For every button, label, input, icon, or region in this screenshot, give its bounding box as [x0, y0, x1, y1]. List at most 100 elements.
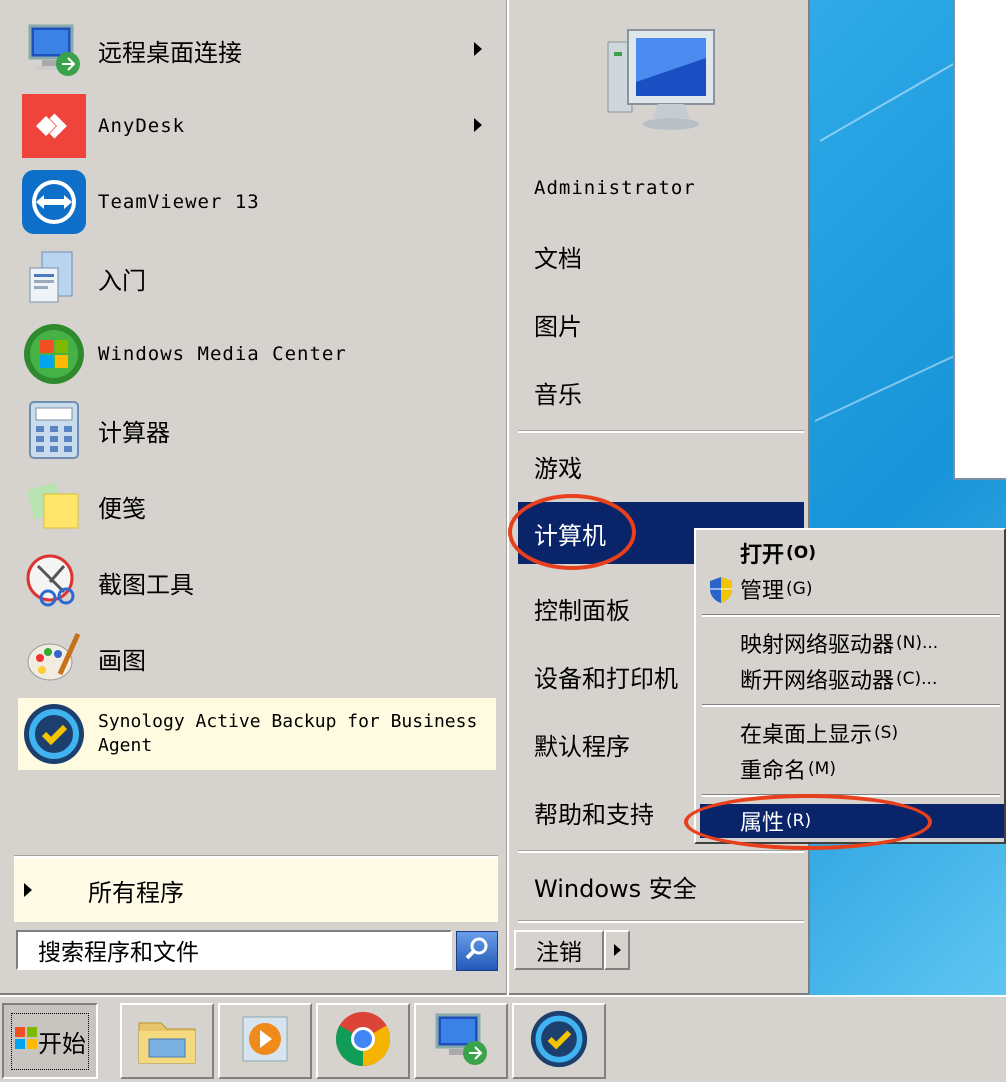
- all-programs-button[interactable]: 所有程序: [14, 856, 498, 922]
- program-getting-started[interactable]: 入门: [18, 242, 496, 314]
- teamviewer-icon: [22, 170, 86, 234]
- taskbar-chrome[interactable]: [316, 1003, 410, 1079]
- context-disconnect-network-drive[interactable]: 断开网络驱动器 (C)...: [700, 662, 1004, 696]
- logoff-button[interactable]: 注销: [514, 930, 604, 970]
- manage-label: 管理: [740, 579, 785, 604]
- separator: [702, 704, 1000, 707]
- program-teamviewer[interactable]: TeamViewer 13: [18, 166, 496, 238]
- programs-pane: 远程桌面连接 AnyDesk TeamViewer 13 入门 Windows …: [0, 0, 506, 995]
- program-label: 计算器: [98, 418, 170, 447]
- context-properties[interactable]: 属性 (R): [700, 804, 1004, 838]
- search-input[interactable]: 搜索程序和文件: [16, 930, 452, 970]
- context-show-on-desktop[interactable]: 在桌面上显示 (S): [700, 716, 1004, 750]
- search-placeholder: 搜索程序和文件: [38, 940, 199, 966]
- control-panel-label: 控制面板: [534, 596, 630, 625]
- music-label: 音乐: [534, 380, 582, 409]
- program-label: AnyDesk: [98, 115, 186, 137]
- map-drive-accel: (N)...: [896, 633, 939, 653]
- pane-divider: [506, 0, 509, 995]
- taskbar-file-explorer[interactable]: [120, 1003, 214, 1079]
- windows-media-center-icon: [22, 322, 86, 386]
- windows-security-label: Windows 安全: [534, 874, 697, 903]
- games-link[interactable]: 游戏: [518, 436, 804, 496]
- context-manage[interactable]: 管理 (G): [700, 572, 1004, 606]
- submenu-arrow-icon: [474, 118, 482, 132]
- user-picture-icon[interactable]: [598, 22, 724, 138]
- program-calculator[interactable]: 计算器: [18, 394, 496, 466]
- arrow-right-icon: [613, 944, 621, 956]
- program-snipping-tool[interactable]: 截图工具: [18, 546, 496, 618]
- games-label: 游戏: [534, 454, 582, 483]
- search-button[interactable]: [456, 931, 498, 971]
- media-player-icon: [235, 1009, 295, 1073]
- start-button[interactable]: 开始: [2, 1003, 98, 1079]
- map-drive-label: 映射网络驱动器: [740, 633, 895, 658]
- program-sticky-notes[interactable]: 便笺: [18, 470, 496, 542]
- taskbar-remote-desktop[interactable]: [414, 1003, 508, 1079]
- program-label: 便笺: [98, 494, 146, 523]
- music-link[interactable]: 音乐: [518, 362, 804, 422]
- separator: [518, 430, 804, 433]
- taskbar-media-player[interactable]: [218, 1003, 312, 1079]
- places-pane: Administrator 文档 图片 音乐 游戏 计算机 控制面板 设备和打印…: [510, 0, 808, 995]
- documents-link[interactable]: 文档: [518, 226, 804, 286]
- disconnect-drive-accel: (C)...: [896, 669, 938, 689]
- chrome-icon: [333, 1009, 393, 1073]
- pictures-link[interactable]: 图片: [518, 294, 804, 354]
- devices-printers-label: 设备和打印机: [534, 664, 678, 693]
- sticky-notes-icon: [22, 474, 86, 538]
- submenu-arrow-icon: [474, 42, 482, 56]
- file-explorer-icon: [135, 1009, 199, 1073]
- synology-backup-icon: [22, 702, 86, 766]
- remote-desktop-icon: [431, 1009, 491, 1073]
- disconnect-drive-label: 断开网络驱动器: [740, 669, 895, 694]
- taskbar-synology-backup[interactable]: [512, 1003, 606, 1079]
- program-synology-active-backup[interactable]: Synology Active Backup for Business Agen…: [18, 698, 496, 770]
- help-support-label: 帮助和支持: [534, 800, 654, 829]
- program-remote-desktop[interactable]: 远程桌面连接: [18, 14, 496, 86]
- calculator-icon: [22, 398, 86, 462]
- windows-security-link[interactable]: Windows 安全: [518, 856, 804, 916]
- context-rename[interactable]: 重命名 (M): [700, 752, 1004, 786]
- program-anydesk[interactable]: AnyDesk: [18, 90, 496, 162]
- background-window[interactable]: [953, 0, 1006, 480]
- program-label: 截图工具: [98, 570, 194, 599]
- program-label: 入门: [98, 266, 146, 295]
- remote-desktop-icon: [22, 18, 86, 82]
- program-label: 画图: [98, 646, 146, 675]
- rename-accel: (M): [808, 759, 836, 779]
- separator: [702, 794, 1000, 797]
- rename-label: 重命名: [740, 759, 807, 784]
- synology-backup-icon: [529, 1009, 589, 1073]
- anydesk-icon: [22, 94, 86, 158]
- separator: [518, 850, 804, 853]
- program-label: Windows Media Center: [98, 343, 347, 365]
- properties-accel: (R): [786, 811, 812, 831]
- user-name: Administrator: [534, 177, 696, 199]
- getting-started-icon: [22, 246, 86, 310]
- snipping-tool-icon: [22, 550, 86, 614]
- program-windows-media-center[interactable]: Windows Media Center: [18, 318, 496, 390]
- context-open[interactable]: 打开 (O): [700, 536, 1004, 570]
- program-label: 远程桌面连接: [98, 38, 242, 67]
- all-programs-label: 所有程序: [88, 878, 184, 907]
- open-accel: (O): [786, 543, 817, 563]
- program-label: TeamViewer 13: [98, 191, 260, 213]
- windows-logo-icon: [14, 1026, 38, 1056]
- computer-label: 计算机: [534, 521, 606, 550]
- documents-label: 文档: [534, 244, 582, 273]
- show-desktop-label: 在桌面上显示: [740, 723, 873, 748]
- pictures-label: 图片: [534, 312, 582, 341]
- program-paint[interactable]: 画图: [18, 622, 496, 694]
- computer-context-menu: 打开 (O) 管理 (G) 映射网络驱动器 (N)... 断开网络驱动器 (C)... …: [694, 528, 1006, 844]
- paint-icon: [22, 626, 86, 690]
- context-map-network-drive[interactable]: 映射网络驱动器 (N)...: [700, 626, 1004, 660]
- search-icon: [463, 935, 491, 967]
- show-desktop-accel: (S): [874, 723, 899, 743]
- open-label: 打开: [740, 543, 785, 568]
- expand-arrow-icon: [24, 883, 32, 897]
- user-name-link[interactable]: Administrator: [518, 158, 804, 218]
- logoff-label: 注销: [536, 940, 582, 966]
- shutdown-options-button[interactable]: [604, 930, 630, 970]
- separator: [518, 920, 804, 923]
